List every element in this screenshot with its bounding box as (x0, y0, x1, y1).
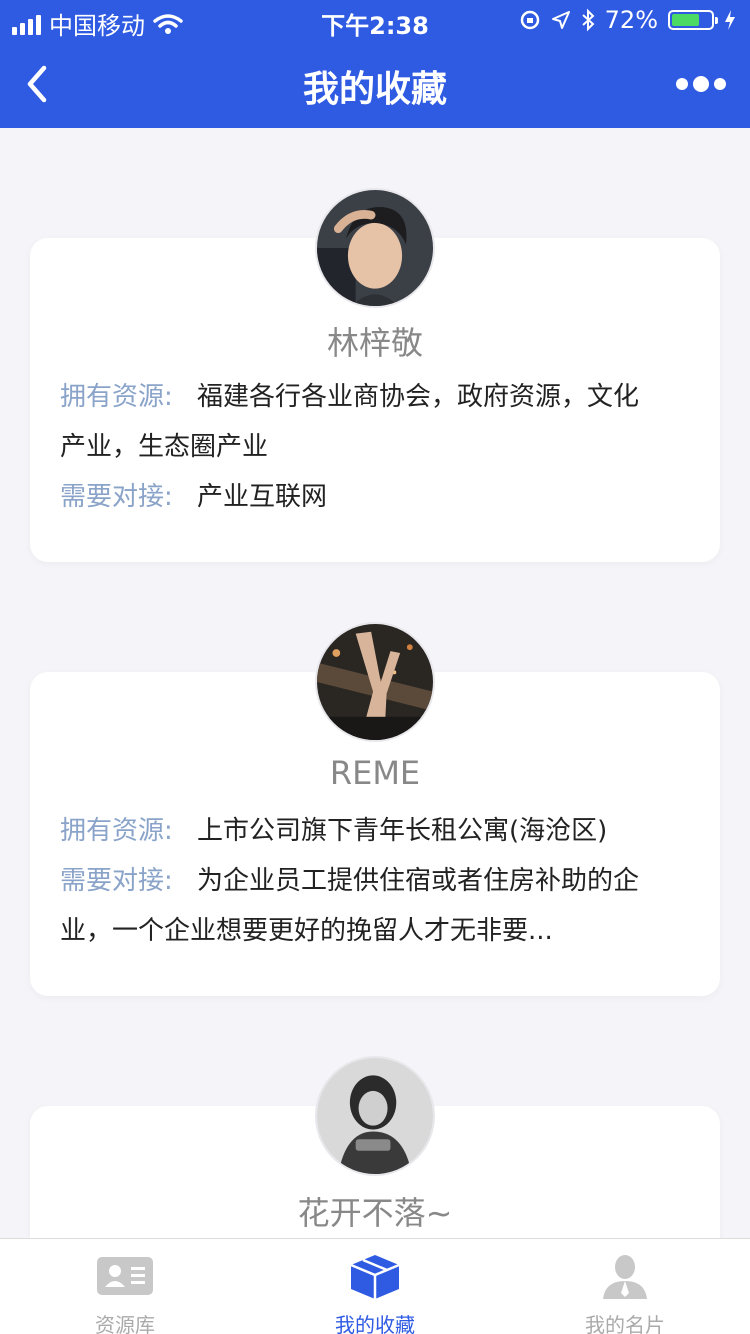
charging-icon (725, 10, 735, 30)
more-dot-icon (693, 76, 709, 92)
status-right: 72% (519, 6, 736, 34)
needs-label: 需要对接: (60, 482, 173, 512)
box-icon (350, 1255, 400, 1299)
avatar[interactable] (315, 1056, 435, 1176)
avatar-photo-icon (317, 624, 433, 740)
resources-row-cont: 产业，生态圈产业 (60, 422, 690, 472)
tab-resource-library[interactable]: 资源库 (0, 1239, 250, 1334)
avatar[interactable] (315, 188, 435, 308)
battery-percent: 72% (604, 6, 658, 34)
id-card-icon (97, 1257, 153, 1295)
card-name: 林梓敬 (326, 324, 423, 362)
rotation-lock-icon (520, 10, 539, 30)
more-menu-button[interactable] (676, 70, 726, 98)
resources-row: 拥有资源: 上市公司旗下青年长租公寓(海沧区) (60, 806, 690, 856)
more-dot-icon (676, 78, 688, 90)
needs-value: 产业互联网 (197, 482, 328, 512)
resources-row: 拥有资源: 福建各行各业商协会，政府资源，文化 (60, 372, 690, 422)
avatar-photo-icon (317, 190, 433, 306)
bluetooth-icon (581, 8, 595, 32)
person-icon (603, 1255, 647, 1299)
status-bar: 中国移动 下午2:38 72% (0, 0, 750, 40)
card-name: REME (329, 754, 421, 792)
resources-value-cont: 产业，生态圈产业 (60, 432, 269, 462)
tab-label: 我的名片 (585, 1313, 665, 1334)
location-icon (551, 11, 570, 29)
needs-row-cont: 业，一个企业想要更好的挽留人才无非要... (60, 906, 690, 956)
battery-icon (668, 10, 718, 30)
avatar[interactable] (315, 622, 435, 742)
resources-value: 上市公司旗下青年长租公寓(海沧区) (197, 816, 608, 846)
battery-fill (672, 14, 699, 26)
needs-label: 需要对接: (60, 866, 173, 896)
avatar-photo-icon (317, 1058, 433, 1174)
more-dot-icon (714, 78, 726, 90)
resources-label: 拥有资源: (60, 816, 173, 846)
tab-my-favorites[interactable]: 我的收藏 (250, 1239, 500, 1334)
tab-label: 资源库 (95, 1313, 155, 1334)
card-name: 花开不落~ (297, 1194, 453, 1232)
tab-bar: 资源库 我的收藏 我的名片 (0, 1238, 750, 1334)
page-title: 我的收藏 (302, 69, 447, 110)
tab-label: 我的收藏 (335, 1313, 415, 1334)
needs-row: 需要对接: 产业互联网 (60, 472, 690, 522)
favorites-list: 林梓敬 拥有资源: 福建各行各业商协会，政府资源，文化 产业，生态圈产业 需要对… (0, 128, 750, 1238)
resources-value: 福建各行各业商协会，政府资源，文化 (197, 382, 640, 412)
needs-row: 需要对接: 为企业员工提供住宿或者住房补助的企 (60, 856, 690, 906)
resources-label: 拥有资源: (60, 382, 173, 412)
top-bar: 中国移动 下午2:38 72% 我的收藏 (0, 0, 750, 128)
navigation-bar: 我的收藏 (0, 40, 750, 128)
app-frame: 中国移动 下午2:38 72% 我的收藏 林梓敬 拥有资源: 福建各行各业商协会… (0, 0, 750, 1334)
needs-value: 为企业员工提供住宿或者住房补助的企 (197, 866, 640, 896)
tab-my-card[interactable]: 我的名片 (500, 1239, 750, 1334)
needs-value-cont: 业，一个企业想要更好的挽留人才无非要... (60, 916, 553, 946)
